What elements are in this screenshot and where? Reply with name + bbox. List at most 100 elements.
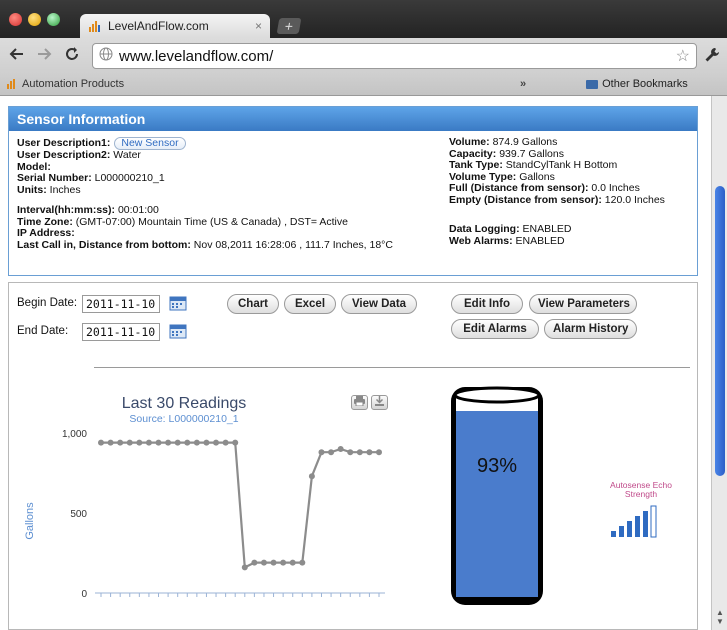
new-tab-button[interactable]: + xyxy=(276,18,302,34)
section-divider xyxy=(94,367,690,368)
view-parameters-button[interactable]: View Parameters xyxy=(529,294,637,314)
excel-button[interactable]: Excel xyxy=(284,294,336,314)
view-data-button[interactable]: View Data xyxy=(341,294,417,314)
lastcall-label: Last Call in, Distance from bottom: xyxy=(17,238,191,251)
tank-level-percent: 93% xyxy=(476,455,518,477)
data-point xyxy=(213,439,220,446)
full-label: Full (Distance from sensor): xyxy=(449,182,589,194)
last-call-row: Last Call in, Distance from bottom: Nov … xyxy=(17,238,393,252)
panel-title: Sensor Information xyxy=(9,107,697,131)
navigation-toolbar: www.levelandflow.com/ ☆ xyxy=(0,38,727,74)
wrench-icon[interactable] xyxy=(704,47,720,68)
volume-value: 874.9 Gallons xyxy=(492,136,558,148)
globe-icon xyxy=(99,47,113,66)
data-point xyxy=(107,439,114,446)
interval-label: Interval(hh:mm:ss): xyxy=(17,204,116,216)
tanktype-value: StandCylTank H Bottom xyxy=(505,159,618,171)
tz-value: (GMT-07:00) Mountain Time (US & Canada) … xyxy=(75,215,348,228)
data-point xyxy=(136,439,143,446)
calendar-icon[interactable] xyxy=(169,295,187,311)
scroll-arrows-icon[interactable]: ▲ ▼ xyxy=(715,608,725,626)
sensor-info-right: Volume: 874.9 Gallons Capacity: 939.7 Ga… xyxy=(449,136,665,248)
tank-top xyxy=(453,386,541,404)
data-point xyxy=(356,449,363,456)
data-point xyxy=(241,564,248,571)
voltype-label: Volume Type: xyxy=(449,170,517,183)
data-point xyxy=(260,559,267,566)
tank-fill xyxy=(456,411,538,597)
data-point xyxy=(232,439,239,446)
bookmarks-bar: Automation Products » Other Bookmarks xyxy=(0,74,727,96)
web-page: Sensor Information User Description1: New… xyxy=(0,96,711,630)
bookmark-automation-products[interactable]: Automation Products xyxy=(6,78,124,90)
alarms-label: Web Alarms: xyxy=(449,234,513,247)
signal-bar xyxy=(619,526,624,537)
scrollbar-thumb[interactable] xyxy=(715,186,725,476)
data-point xyxy=(308,473,315,480)
readings-panel: Begin Date: 2011-11-10 End Date: 2011-11… xyxy=(8,282,698,630)
alarms-value: ENABLED xyxy=(515,234,565,247)
y-axis-ticks: 0 500 1,000 xyxy=(62,429,87,600)
y-tick-label: 1,000 xyxy=(62,429,87,440)
y-tick-label: 500 xyxy=(70,509,87,520)
data-point xyxy=(376,449,382,456)
edit-info-button[interactable]: Edit Info xyxy=(451,294,523,314)
browser-window: LevelAndFlow.com × + www.levelandflow.co… xyxy=(0,0,727,630)
bookmark-label: Automation Products xyxy=(22,78,125,90)
signal-bar xyxy=(643,511,648,537)
site-favicon-icon xyxy=(88,19,102,33)
end-date-input[interactable]: 2011-11-10 xyxy=(82,323,160,341)
tanktype-label: Tank Type: xyxy=(449,159,503,171)
other-bookmarks[interactable]: Other Bookmarks xyxy=(602,78,688,90)
close-window-button[interactable] xyxy=(9,13,22,26)
data-point xyxy=(337,446,344,452)
data-point xyxy=(347,449,354,456)
chart-button[interactable]: Chart xyxy=(227,294,279,314)
browser-tab[interactable]: LevelAndFlow.com × xyxy=(80,14,270,38)
end-date-label: End Date: xyxy=(17,325,69,337)
tab-close-icon[interactable]: × xyxy=(255,19,262,33)
bookmarks-right: » Other Bookmarks xyxy=(520,78,688,90)
data-point xyxy=(318,449,325,456)
user-description2-row: User Description2: Water xyxy=(17,149,393,162)
calendar-icon[interactable] xyxy=(169,323,187,339)
address-bar[interactable]: www.levelandflow.com/ ☆ xyxy=(92,43,697,69)
web-alarms-row: Web Alarms: ENABLED xyxy=(449,234,665,248)
signal-bar xyxy=(611,531,616,537)
data-point xyxy=(222,439,229,446)
back-arrow-icon[interactable] xyxy=(9,46,25,67)
desc1-label: User Description1: xyxy=(17,137,111,149)
data-point xyxy=(184,439,191,446)
bookmarks-overflow-chevron-icon[interactable]: » xyxy=(520,78,526,90)
voltype-value: Gallons xyxy=(519,170,555,183)
echo-strength-label: Autosense Echo Strength xyxy=(610,480,672,499)
data-point xyxy=(193,439,200,446)
empty-label: Empty (Distance from sensor): xyxy=(449,193,602,206)
data-point xyxy=(280,559,287,566)
minimize-window-button[interactable] xyxy=(28,13,41,26)
begin-date-input[interactable]: 2011-11-10 xyxy=(82,295,160,313)
page-scrollbar[interactable]: ▲ ▼ xyxy=(711,96,727,630)
serial-value: L000000210_1 xyxy=(94,172,165,184)
zoom-window-button[interactable] xyxy=(47,13,60,26)
logging-label: Data Logging: xyxy=(449,223,520,235)
units-value: Inches xyxy=(49,183,81,196)
empty-value: 120.0 Inches xyxy=(604,193,665,206)
data-point xyxy=(165,439,172,446)
data-point xyxy=(117,439,124,446)
data-point xyxy=(126,439,133,446)
bookmark-star-icon[interactable]: ☆ xyxy=(676,46,690,66)
data-point xyxy=(145,439,152,446)
serial-label: Serial Number: xyxy=(17,172,92,184)
edit-alarms-button[interactable]: Edit Alarms xyxy=(451,319,539,339)
address-url[interactable]: www.levelandflow.com/ xyxy=(119,48,676,65)
series-line xyxy=(101,441,379,570)
x-axis-ticks xyxy=(100,593,380,597)
bookmark-favicon-icon xyxy=(6,78,18,90)
data-point xyxy=(328,449,335,456)
alarm-history-button[interactable]: Alarm History xyxy=(544,319,637,339)
data-point xyxy=(98,439,104,446)
begin-date-label: Begin Date: xyxy=(17,297,78,309)
reload-icon[interactable] xyxy=(64,46,80,67)
forward-arrow-icon[interactable] xyxy=(36,46,52,67)
